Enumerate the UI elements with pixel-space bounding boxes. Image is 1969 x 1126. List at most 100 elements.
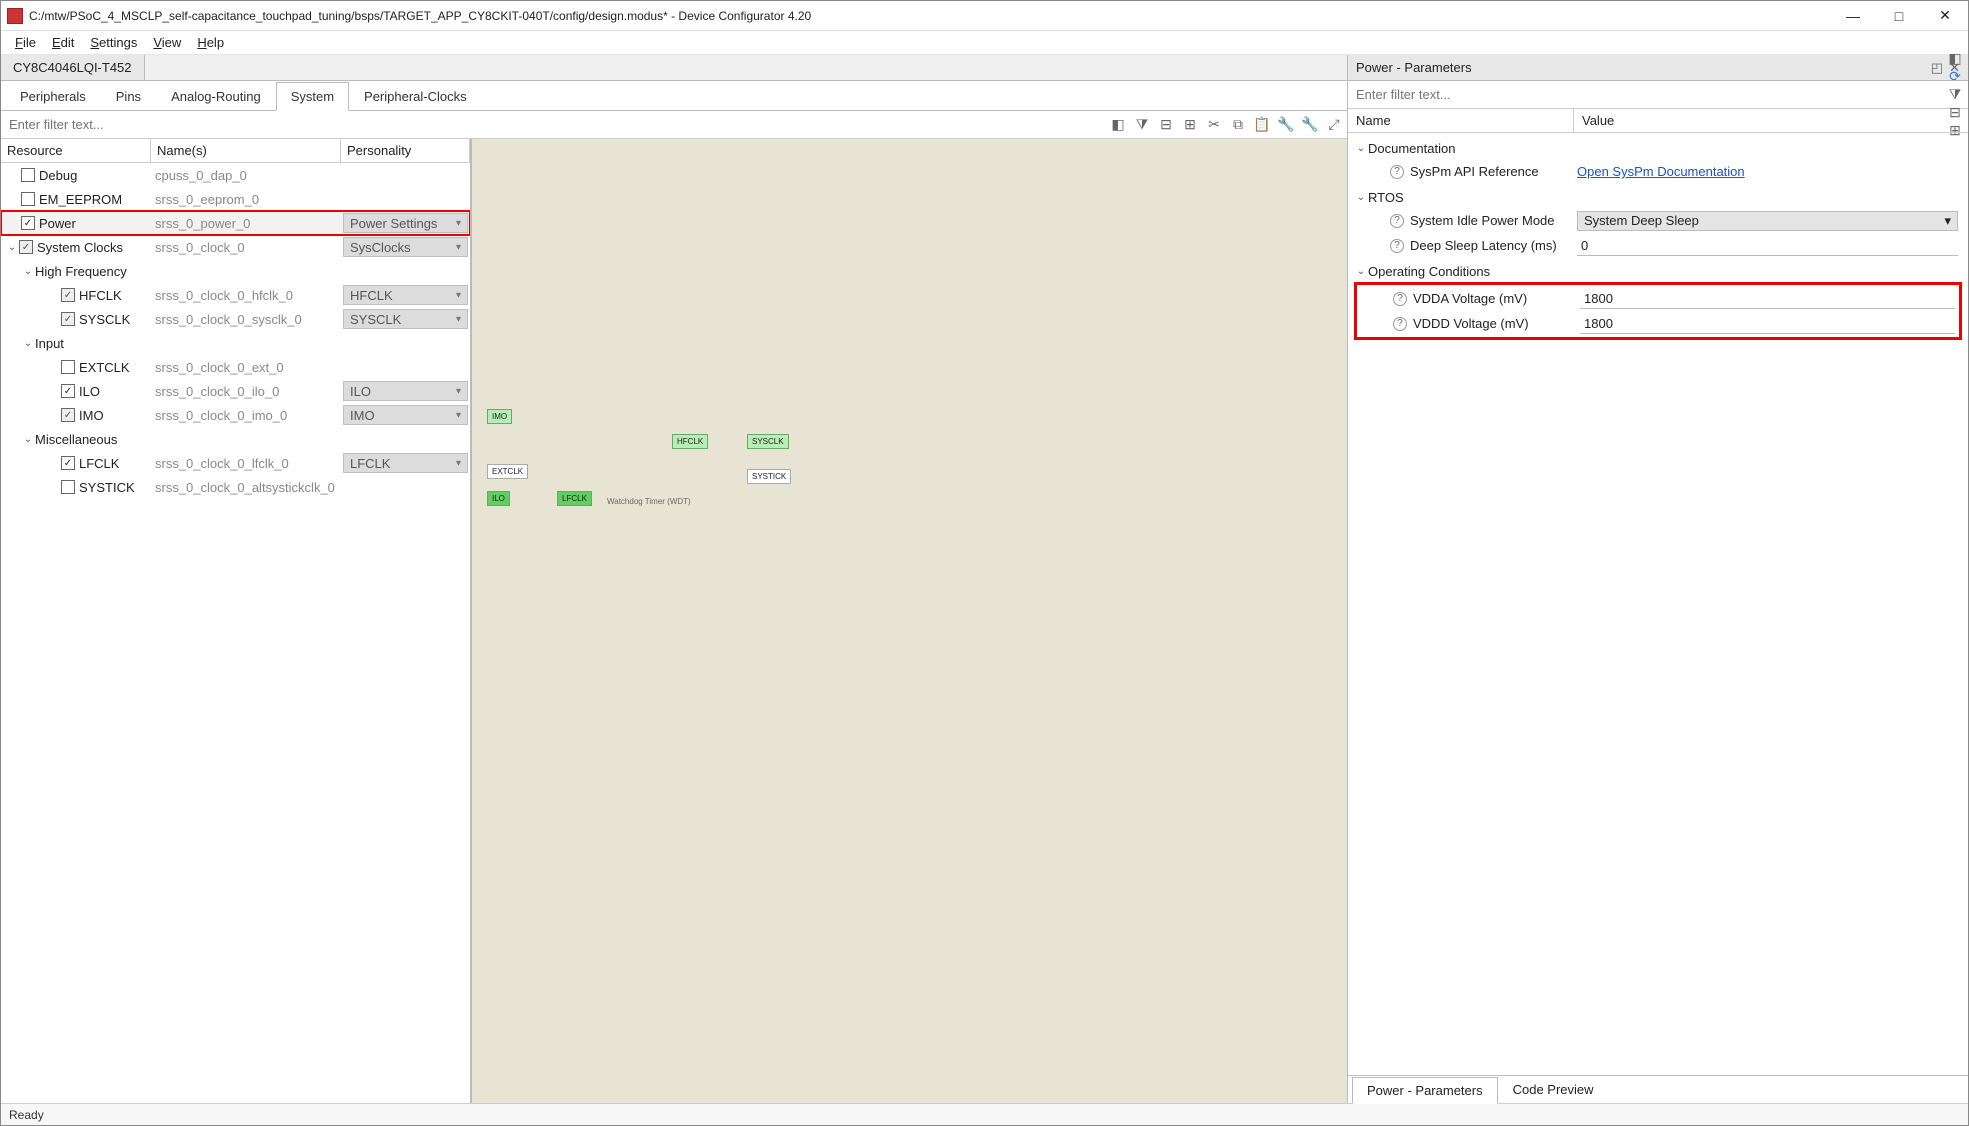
row-systick[interactable]: SYSTICK srss_0_clock_0_altsystickclk_0 bbox=[1, 475, 470, 499]
maximize-button[interactable]: □ bbox=[1876, 1, 1922, 31]
chk-debug[interactable] bbox=[21, 168, 35, 182]
row-syspm-api: ?SysPm API Reference Open SysPm Document… bbox=[1354, 159, 1962, 184]
expand-icon[interactable]: ⊞ bbox=[1181, 116, 1199, 134]
r-funnel-icon[interactable]: ⧩ bbox=[1946, 86, 1964, 104]
tab-peripheral-clocks[interactable]: Peripheral-Clocks bbox=[349, 82, 482, 110]
tab-system[interactable]: System bbox=[276, 82, 349, 111]
chk-ilo[interactable] bbox=[61, 384, 75, 398]
chk-sysclocks[interactable] bbox=[19, 240, 33, 254]
help-icon[interactable]: ? bbox=[1390, 214, 1404, 228]
help-icon[interactable]: ? bbox=[1390, 165, 1404, 179]
personality-hfclk[interactable]: HFCLK▾ bbox=[343, 285, 468, 305]
help-icon[interactable]: ? bbox=[1393, 317, 1407, 331]
chk-hfclk[interactable] bbox=[61, 288, 75, 302]
eraser-icon[interactable]: ◧ bbox=[1109, 116, 1127, 134]
row-input[interactable]: ⌄Input bbox=[1, 331, 470, 355]
link-open-syspm-doc[interactable]: Open SysPm Documentation bbox=[1577, 164, 1745, 179]
menu-settings[interactable]: Settings bbox=[82, 33, 145, 52]
chk-extclk[interactable] bbox=[61, 360, 75, 374]
right-filter-input[interactable] bbox=[1352, 83, 1946, 106]
app-icon bbox=[7, 8, 23, 24]
help-icon[interactable]: ? bbox=[1393, 292, 1407, 306]
menu-edit[interactable]: Edit bbox=[44, 33, 82, 52]
left-filter-input[interactable] bbox=[5, 113, 1109, 136]
menubar: File Edit Settings View Help bbox=[1, 31, 1968, 55]
chk-power[interactable] bbox=[21, 216, 35, 230]
help-icon[interactable]: ? bbox=[1390, 239, 1404, 253]
close-button[interactable]: ✕ bbox=[1922, 1, 1968, 31]
personality-power[interactable]: Power Settings▾ bbox=[343, 213, 468, 233]
exp-highfreq[interactable]: ⌄ bbox=[21, 266, 35, 277]
group-documentation[interactable]: ⌄Documentation bbox=[1354, 137, 1962, 159]
menu-help[interactable]: Help bbox=[189, 33, 232, 52]
wrench-icon[interactable]: 🔧 bbox=[1277, 116, 1295, 134]
panel-header: Power - Parameters ◰ ✕ bbox=[1348, 55, 1968, 81]
personality-imo[interactable]: IMO▾ bbox=[343, 405, 468, 425]
block-sysclk[interactable]: SYSCLK bbox=[747, 434, 789, 449]
group-rtos[interactable]: ⌄RTOS bbox=[1354, 186, 1962, 208]
tab-code-preview[interactable]: Code Preview bbox=[1498, 1076, 1609, 1103]
wrench2-icon[interactable]: 🔧 bbox=[1301, 116, 1319, 134]
panel-title: Power - Parameters bbox=[1356, 60, 1472, 75]
block-systick[interactable]: SYSTICK bbox=[747, 469, 791, 484]
row-hfclk[interactable]: HFCLK srss_0_clock_0_hfclk_0 HFCLK▾ bbox=[1, 283, 470, 307]
select-idle-power-mode[interactable]: System Deep Sleep▾ bbox=[1577, 211, 1958, 231]
funnel-icon[interactable]: ⧩ bbox=[1133, 116, 1151, 134]
minimize-button[interactable]: — bbox=[1830, 1, 1876, 31]
row-debug[interactable]: Debug cpuss_0_dap_0 bbox=[1, 163, 470, 187]
row-eeprom[interactable]: EM_EEPROM srss_0_eeprom_0 bbox=[1, 187, 470, 211]
param-col-name: Name bbox=[1348, 109, 1573, 132]
input-vddd-voltage[interactable]: 1800 bbox=[1580, 314, 1955, 334]
row-deep-sleep-latency: ?Deep Sleep Latency (ms) 0 bbox=[1354, 233, 1962, 258]
chk-eeprom[interactable] bbox=[21, 192, 35, 206]
group-operating-conditions[interactable]: ⌄Operating Conditions bbox=[1354, 260, 1962, 282]
exp-input[interactable]: ⌄ bbox=[21, 338, 35, 349]
block-extclk[interactable]: EXTCLK bbox=[487, 464, 528, 479]
row-sysclk[interactable]: SYSCLK srss_0_clock_0_sysclk_0 SYSCLK▾ bbox=[1, 307, 470, 331]
resource-tree: Resource Name(s) Personality Debug cpuss… bbox=[1, 139, 471, 1103]
input-vdda-voltage[interactable]: 1800 bbox=[1580, 289, 1955, 309]
personality-sysclocks[interactable]: SysClocks▾ bbox=[343, 237, 468, 257]
row-imo[interactable]: IMO srss_0_clock_0_imo_0 IMO▾ bbox=[1, 403, 470, 427]
row-system-clocks[interactable]: ⌄System Clocks srss_0_clock_0 SysClocks▾ bbox=[1, 235, 470, 259]
menu-file[interactable]: File bbox=[7, 33, 44, 52]
row-ilo[interactable]: ILO srss_0_clock_0_ilo_0 ILO▾ bbox=[1, 379, 470, 403]
tab-analog-routing[interactable]: Analog-Routing bbox=[156, 82, 276, 110]
panel-float-icon[interactable]: ◰ bbox=[1931, 60, 1943, 76]
chk-lfclk[interactable] bbox=[61, 456, 75, 470]
personality-lfclk[interactable]: LFCLK▾ bbox=[343, 453, 468, 473]
input-deep-sleep-latency[interactable]: 0 bbox=[1577, 236, 1958, 256]
cut-icon[interactable]: ✂ bbox=[1205, 116, 1223, 134]
chk-imo[interactable] bbox=[61, 408, 75, 422]
paste-icon[interactable]: 📋 bbox=[1253, 116, 1271, 134]
param-col-value: Value bbox=[1573, 109, 1968, 132]
block-lfclk[interactable]: LFCLK bbox=[557, 491, 592, 506]
row-vddd: ?VDDD Voltage (mV) 1800 bbox=[1357, 311, 1959, 336]
block-ilo[interactable]: ILO bbox=[487, 491, 510, 506]
chk-sysclk[interactable] bbox=[61, 312, 75, 326]
device-tab[interactable]: CY8C4046LQI-T452 bbox=[1, 55, 145, 80]
exp-sysclocks[interactable]: ⌄ bbox=[5, 242, 19, 253]
copy-icon[interactable]: ⧉ bbox=[1229, 116, 1247, 134]
fit-icon[interactable]: ⤢ bbox=[1325, 116, 1343, 134]
row-power[interactable]: Power srss_0_power_0 Power Settings▾ bbox=[1, 211, 470, 235]
clock-diagram-canvas[interactable]: IMO EXTCLK ILO LFCLK HFCLK SYSCLK SYSTIC… bbox=[471, 139, 1347, 1103]
refresh-icon[interactable]: ⟳ bbox=[1946, 68, 1964, 86]
block-imo[interactable]: IMO bbox=[487, 409, 512, 424]
row-lfclk[interactable]: LFCLK srss_0_clock_0_lfclk_0 LFCLK▾ bbox=[1, 451, 470, 475]
tab-pins[interactable]: Pins bbox=[101, 82, 156, 110]
collapse-icon[interactable]: ⊟ bbox=[1157, 116, 1175, 134]
row-high-frequency[interactable]: ⌄High Frequency bbox=[1, 259, 470, 283]
row-extclk[interactable]: EXTCLK srss_0_clock_0_ext_0 bbox=[1, 355, 470, 379]
block-hfclk[interactable]: HFCLK bbox=[672, 434, 708, 449]
exp-misc[interactable]: ⌄ bbox=[21, 434, 35, 445]
row-misc[interactable]: ⌄Miscellaneous bbox=[1, 427, 470, 451]
menu-view[interactable]: View bbox=[145, 33, 189, 52]
personality-ilo[interactable]: ILO▾ bbox=[343, 381, 468, 401]
col-header-resource: Resource bbox=[1, 139, 151, 162]
personality-sysclk[interactable]: SYSCLK▾ bbox=[343, 309, 468, 329]
tab-power-parameters[interactable]: Power - Parameters bbox=[1352, 1077, 1498, 1104]
chk-systick[interactable] bbox=[61, 480, 75, 494]
r-eraser-icon[interactable]: ◧ bbox=[1946, 50, 1964, 68]
tab-peripherals[interactable]: Peripherals bbox=[5, 82, 101, 110]
